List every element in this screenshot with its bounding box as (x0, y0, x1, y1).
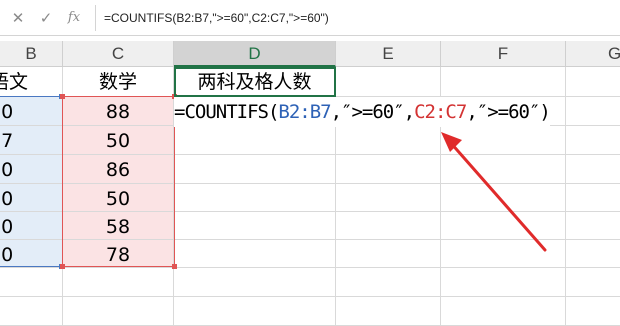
annotation-arrow (441, 132, 547, 252)
